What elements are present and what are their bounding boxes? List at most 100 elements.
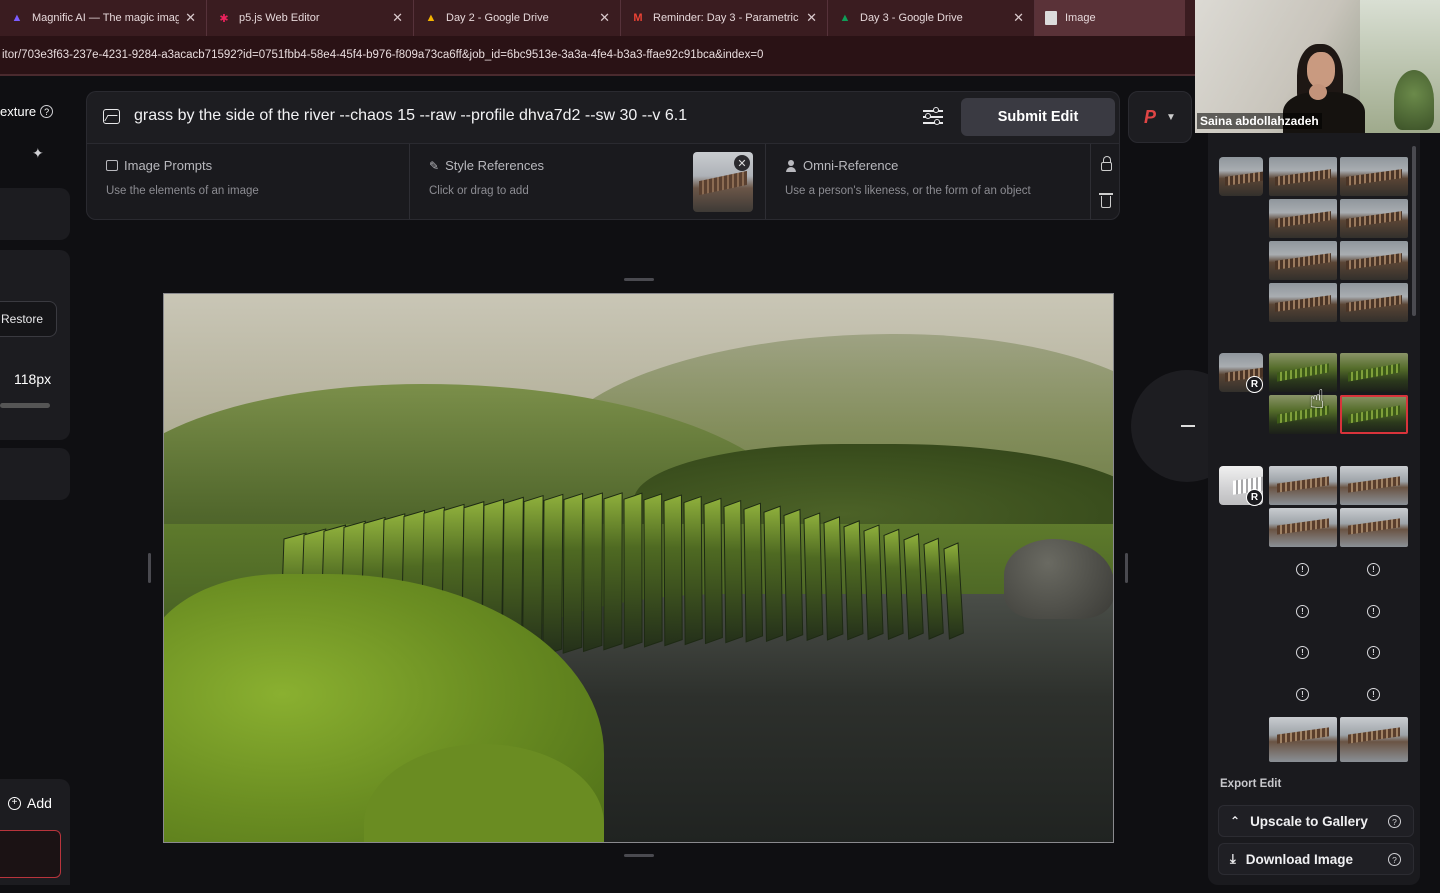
info-icon[interactable]: !	[1296, 646, 1309, 659]
restore-button[interactable]: Restore	[0, 301, 57, 337]
tab-title: Reminder: Day 3 - Parametric I	[653, 12, 801, 24]
bridge-fin	[562, 492, 584, 654]
paperclip-icon: ✎	[429, 158, 440, 173]
resize-handle-bottom[interactable]	[624, 854, 654, 857]
bridge-fin	[843, 520, 864, 641]
help-icon[interactable]: ?	[1388, 815, 1401, 828]
resize-handle-left[interactable]	[148, 553, 151, 583]
tab-p5js[interactable]: ✱ p5.js Web Editor ✕	[207, 0, 414, 36]
info-icon[interactable]: !	[1367, 688, 1380, 701]
add-label: Add	[27, 795, 52, 811]
history-thumb[interactable]	[1269, 508, 1337, 547]
bridge-fin	[783, 508, 804, 642]
tab-gmail-reminder[interactable]: M Reminder: Day 3 - Parametric I ✕	[621, 0, 828, 36]
resize-handle-top[interactable]	[624, 278, 654, 281]
submit-edit-button[interactable]: Submit Edit	[961, 98, 1115, 136]
download-image-button[interactable]: ⤓ Download Image ?	[1218, 843, 1414, 875]
add-button[interactable]: + Add	[0, 779, 70, 827]
download-label: Download Image	[1245, 851, 1354, 867]
close-tab-icon[interactable]: ✕	[1013, 10, 1024, 26]
trash-icon[interactable]	[1099, 193, 1113, 209]
style-reference-thumbnail[interactable]: ✕	[693, 152, 753, 212]
info-icon[interactable]: !	[1367, 605, 1380, 618]
tab-day2-drive[interactable]: ▲ Day 2 - Google Drive ✕	[414, 0, 621, 36]
chrome-divider	[0, 74, 1195, 76]
google-drive-icon: ▲	[425, 12, 437, 24]
magnific-logo-icon: ▲	[11, 12, 23, 24]
history-thumb[interactable]	[1269, 241, 1337, 280]
history-thumb[interactable]	[1269, 353, 1337, 392]
help-icon[interactable]: ?	[40, 105, 54, 118]
resize-handle-right[interactable]	[1125, 553, 1128, 583]
history-thumb[interactable]	[1340, 508, 1408, 547]
tab-title: p5.js Web Editor	[239, 12, 320, 24]
history-thumb[interactable]	[1340, 199, 1408, 238]
history-thumb[interactable]	[1340, 241, 1408, 280]
omni-reference-slot[interactable]: Omni-Reference Use a person's likeness, …	[766, 144, 1091, 219]
help-icon[interactable]: ?	[1388, 853, 1401, 866]
bridge-fin	[883, 528, 904, 641]
info-icon[interactable]: !	[1296, 605, 1309, 618]
info-icon[interactable]: !	[1296, 688, 1309, 701]
omni-reference-title: Omni-Reference	[803, 158, 899, 173]
close-tab-icon[interactable]: ✕	[806, 10, 817, 26]
history-thumb[interactable]	[1340, 466, 1408, 505]
image-prompts-subtitle: Use the elements of an image	[106, 185, 259, 197]
history-thumb[interactable]	[1269, 283, 1337, 322]
history-scrollbar[interactable]	[1412, 146, 1416, 316]
history-thumb[interactable]	[1340, 717, 1408, 762]
bridge-fin	[763, 505, 784, 643]
tab-image[interactable]: Image	[1035, 0, 1185, 36]
minus-icon	[1181, 425, 1195, 427]
prompt-input[interactable]: grass by the side of the river --chaos 1…	[134, 107, 687, 125]
sparkle-icon[interactable]: ✦	[32, 145, 44, 162]
info-icon[interactable]: !	[1296, 563, 1309, 576]
chevrons-up-icon: ⌃	[1230, 814, 1241, 828]
reference-row: Image Prompts Use the elements of an ima…	[86, 143, 1120, 220]
address-bar[interactable]: itor/703e3f63-237e-4231-9284-a3acacb7159…	[0, 36, 1195, 74]
history-thumb[interactable]	[1269, 157, 1337, 196]
profile-dropdown[interactable]: P ▼	[1128, 91, 1192, 143]
history-thumb[interactable]	[1269, 395, 1337, 434]
bridge-fin	[823, 516, 844, 641]
history-source-thumb[interactable]	[1219, 157, 1263, 196]
history-thumb[interactable]	[1269, 717, 1337, 762]
tab-day3-drive[interactable]: ▲ Day 3 - Google Drive ✕	[828, 0, 1035, 36]
close-icon[interactable]: ✕	[734, 155, 750, 171]
image-icon	[103, 109, 120, 124]
person-icon	[785, 159, 797, 172]
style-references-title: Style References	[445, 158, 545, 173]
bridge-fin	[643, 493, 663, 648]
webcam-person-hand	[1309, 84, 1327, 100]
close-tab-icon[interactable]: ✕	[392, 10, 403, 26]
document-icon	[1045, 11, 1057, 25]
close-tab-icon[interactable]: ✕	[185, 10, 196, 26]
image-prompts-slot[interactable]: Image Prompts Use the elements of an ima…	[87, 144, 410, 219]
brush-size-slider[interactable]	[0, 403, 50, 408]
tab-magnific[interactable]: ▲ Magnific AI — The magic imag ✕	[0, 0, 207, 36]
bridge-fin	[743, 502, 764, 643]
remix-badge: R	[1246, 489, 1263, 506]
close-tab-icon[interactable]: ✕	[599, 10, 610, 26]
info-icon[interactable]: !	[1367, 646, 1380, 659]
download-icon: ⤓	[1230, 851, 1236, 866]
bridge-fin	[603, 492, 623, 651]
history-thumb[interactable]	[1269, 466, 1337, 505]
upscale-to-gallery-button[interactable]: ⌃ Upscale to Gallery ?	[1218, 805, 1414, 837]
remix-badge: R	[1246, 376, 1263, 393]
sliders-settings-icon[interactable]	[923, 107, 943, 126]
selected-layer-box[interactable]	[0, 830, 61, 878]
style-references-slot[interactable]: ✎ Style References Click or drag to add ✕	[410, 144, 766, 219]
bridge-fin	[803, 512, 824, 642]
info-icon[interactable]: !	[1367, 563, 1380, 576]
texture-section-label: exture ?	[0, 104, 54, 119]
webcam-person-face	[1307, 52, 1335, 88]
history-thumb[interactable]	[1340, 353, 1408, 392]
history-thumb[interactable]	[1269, 199, 1337, 238]
history-thumb[interactable]	[1340, 283, 1408, 322]
edit-canvas-image[interactable]	[163, 293, 1114, 843]
lock-icon[interactable]	[1100, 155, 1112, 171]
omni-reference-subtitle: Use a person's likeness, or the form of …	[785, 185, 1031, 197]
history-thumb-selected[interactable]	[1340, 395, 1408, 434]
history-thumb[interactable]	[1340, 157, 1408, 196]
